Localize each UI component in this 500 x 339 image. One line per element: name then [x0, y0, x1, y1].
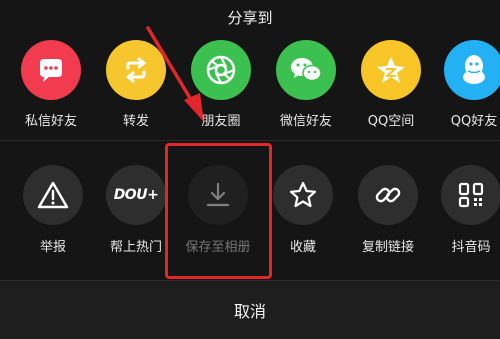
share-sheet: 分享到 私信好友 转发 朋友圈 微信好友 QQ空间 QQ好友 举报 DOU+ 帮… [0, 0, 500, 339]
annotation-arrow-icon [146, 26, 204, 122]
